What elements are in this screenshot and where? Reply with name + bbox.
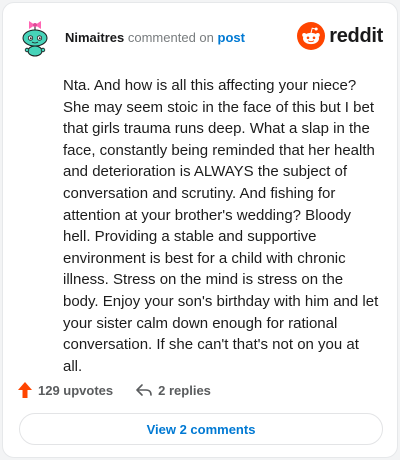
reddit-brand[interactable]: reddit	[297, 21, 383, 51]
upvote-count: 129 upvotes	[38, 382, 114, 398]
view-comments-button[interactable]: View 2 comments	[19, 413, 383, 445]
reddit-wordmark: reddit	[329, 24, 383, 47]
comment-header: Nimaitres commented on post reddit	[15, 17, 383, 57]
upvote-arrow-icon[interactable]	[17, 381, 33, 399]
post-link[interactable]: post	[218, 30, 245, 45]
reply-count: 2 replies	[158, 382, 211, 398]
username-link[interactable]: Nimaitres	[65, 30, 124, 45]
reddit-logo-icon	[297, 22, 326, 50]
reply-arrow-icon[interactable]	[135, 382, 153, 398]
upvote-group[interactable]: 129 upvotes	[17, 381, 113, 399]
comment-body: Nta. And how is all this affecting your …	[63, 77, 379, 375]
byline-action-text: commented on	[127, 30, 214, 45]
replies-group[interactable]: 2 replies	[135, 382, 211, 398]
comment-byline: Nimaitres commented on post	[65, 30, 245, 46]
comment-footer: 129 upvotes 2 replies	[17, 379, 383, 401]
comment-card: Nimaitres commented on post reddit Nta. …	[2, 2, 398, 458]
snoo-avatar-icon[interactable]	[15, 17, 55, 57]
